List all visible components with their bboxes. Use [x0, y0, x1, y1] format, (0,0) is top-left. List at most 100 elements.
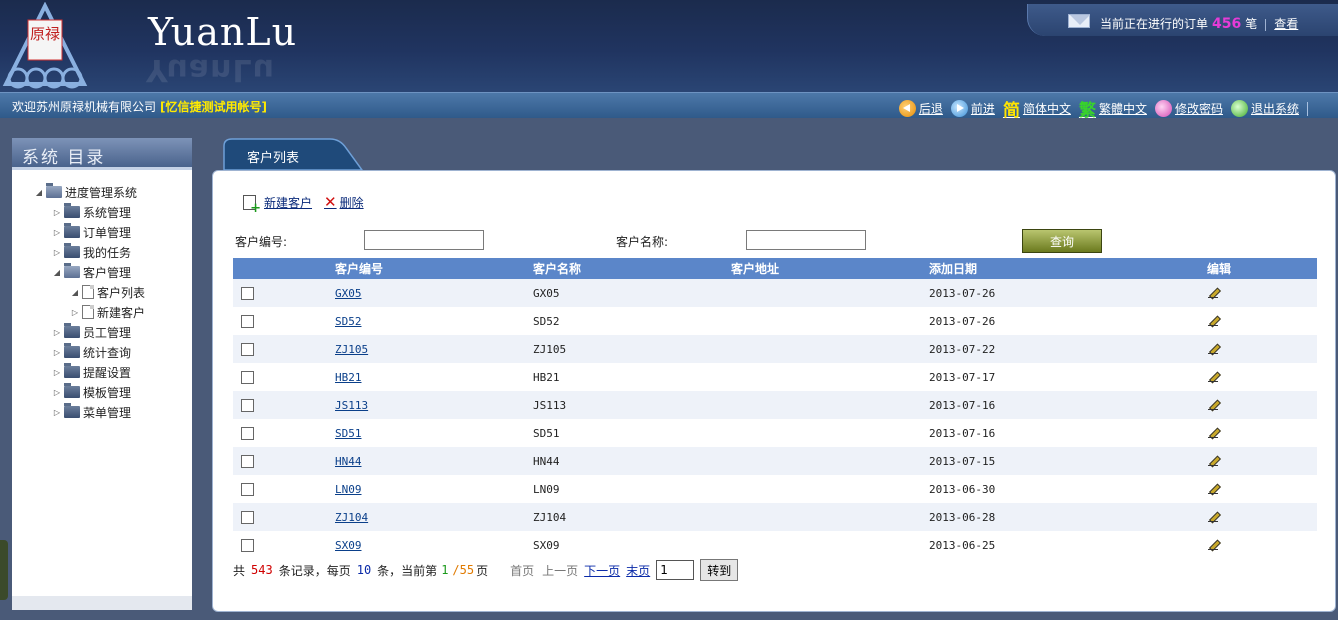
tree-collapsed-icon[interactable]: ▷ — [50, 208, 64, 217]
edit-pencil-icon[interactable] — [1207, 538, 1219, 550]
delete-button[interactable]: ✕ 删除 — [324, 193, 364, 211]
customer-code-link[interactable]: SD52 — [335, 315, 362, 328]
tree-node-staff[interactable]: ▷ 员工管理 — [32, 322, 192, 342]
tree-node-stats[interactable]: ▷ 统计查询 — [32, 342, 192, 362]
tree-collapsed-icon[interactable]: ▷ — [50, 408, 64, 417]
tree-expanded-icon[interactable]: ◢ — [68, 288, 82, 297]
added-date: 2013-06-25 — [929, 531, 1207, 559]
added-date: 2013-07-15 — [929, 447, 1207, 475]
app-header: 原禄 YuanLu YuanLu 当前正在进行的订单 456 笔 查看 — [0, 0, 1338, 92]
folder-icon — [64, 243, 80, 258]
row-checkbox[interactable] — [241, 510, 254, 524]
current-page: 1 — [441, 563, 449, 577]
pager-text: 条记录，每页 — [278, 563, 351, 578]
goto-page-input[interactable] — [656, 560, 695, 580]
row-checkbox[interactable] — [241, 314, 254, 328]
tree-node-root[interactable]: ◢ 进度管理系统 — [32, 182, 192, 202]
side-handle[interactable] — [0, 540, 8, 600]
simplified-chinese-button[interactable]: 简简体中文 — [1003, 96, 1071, 121]
tree-node-customer-list[interactable]: ◢ 客户列表 — [32, 282, 192, 302]
table-row: SX09 SX09 2013-06-25 — [233, 531, 1317, 559]
traditional-chinese-button[interactable]: 繁繁體中文 — [1079, 96, 1147, 121]
customer-code-link[interactable]: HN44 — [335, 455, 362, 468]
order-notice-prefix: 当前正在进行的订单 — [1100, 17, 1209, 31]
tab-label: 客户列表 — [247, 151, 300, 166]
folder-icon — [64, 343, 80, 358]
tree-collapsed-icon[interactable]: ▷ — [50, 348, 64, 357]
tree-node-customers[interactable]: ◢ 客户管理 — [32, 262, 192, 282]
row-checkbox[interactable] — [241, 538, 254, 552]
edit-pencil-icon[interactable] — [1207, 454, 1219, 466]
customer-code-link[interactable]: JS113 — [335, 399, 368, 412]
customer-code-link[interactable]: ZJ105 — [335, 343, 368, 356]
customer-code-link[interactable]: ZJ104 — [335, 511, 368, 524]
new-customer-label: 新建客户 — [264, 195, 313, 210]
first-page-link[interactable]: 首页 — [510, 562, 534, 579]
tree-collapsed-icon[interactable]: ▷ — [68, 308, 82, 317]
tree-node-system[interactable]: ▷ 系统管理 — [32, 202, 192, 222]
tree-node-new-customer[interactable]: ▷ 新建客户 — [32, 302, 192, 322]
customer-code-link[interactable]: HB21 — [335, 371, 362, 384]
row-checkbox[interactable] — [241, 370, 254, 384]
select-column-header — [233, 258, 335, 279]
customer-code-link[interactable]: LN09 — [335, 483, 362, 496]
prev-page-link[interactable]: 上一页 — [542, 562, 578, 579]
table-row: GX05 GX05 2013-07-26 — [233, 279, 1317, 307]
folder-icon — [64, 403, 80, 418]
table-row: HN44 HN44 2013-07-15 — [233, 447, 1317, 475]
row-checkbox[interactable] — [241, 286, 254, 300]
view-orders-link[interactable]: 查看 — [1274, 17, 1298, 31]
tree-collapsed-icon[interactable]: ▷ — [50, 228, 64, 237]
welcome-message: 欢迎苏州原禄机械有限公司 [忆信捷测试用帐号] — [12, 98, 267, 115]
forward-button[interactable]: 前进 — [950, 100, 995, 117]
change-password-button[interactable]: 修改密码 — [1154, 100, 1223, 117]
edit-pencil-icon[interactable] — [1207, 482, 1219, 494]
edit-pencil-icon[interactable] — [1207, 286, 1219, 298]
tree-collapsed-icon[interactable]: ▷ — [50, 368, 64, 377]
customer-code-link[interactable]: GX05 — [335, 287, 362, 300]
tree-node-reminders[interactable]: ▷ 提醒设置 — [32, 362, 192, 382]
added-date: 2013-07-16 — [929, 419, 1207, 447]
row-checkbox[interactable] — [241, 482, 254, 496]
customer-code-link[interactable]: SD51 — [335, 427, 362, 440]
last-page-link[interactable]: 末页 — [626, 562, 650, 579]
customer-address — [731, 307, 929, 335]
logout-button[interactable]: 退出系统 — [1230, 100, 1299, 117]
row-checkbox[interactable] — [241, 398, 254, 412]
row-checkbox[interactable] — [241, 454, 254, 468]
query-button[interactable]: 查询 — [1022, 229, 1102, 253]
tree-label: 进度管理系统 — [65, 185, 138, 200]
tree-node-menus[interactable]: ▷ 菜单管理 — [32, 402, 192, 422]
customer-name-input[interactable] — [746, 230, 866, 250]
row-checkbox[interactable] — [241, 342, 254, 356]
tree-node-tasks[interactable]: ▷ 我的任务 — [32, 242, 192, 262]
tree-label: 订单管理 — [83, 225, 132, 240]
edit-pencil-icon[interactable] — [1207, 314, 1219, 326]
tree-collapsed-icon[interactable]: ▷ — [50, 248, 64, 257]
tree-collapsed-icon[interactable]: ▷ — [50, 388, 64, 397]
goto-page-button[interactable]: 转到 — [700, 559, 739, 581]
next-page-link[interactable]: 下一页 — [584, 562, 620, 579]
sidebar-scrollbar[interactable] — [12, 596, 192, 610]
edit-pencil-icon[interactable] — [1207, 398, 1219, 410]
tree-expanded-icon[interactable]: ◢ — [32, 188, 46, 197]
new-customer-button[interactable]: 新建客户 — [243, 194, 313, 216]
edit-pencil-icon[interactable] — [1207, 342, 1219, 354]
customer-address — [731, 335, 929, 363]
edit-pencil-icon[interactable] — [1207, 426, 1219, 438]
row-checkbox[interactable] — [241, 426, 254, 440]
edit-pencil-icon[interactable] — [1207, 370, 1219, 382]
customer-code-link[interactable]: SX09 — [335, 539, 362, 552]
back-button[interactable]: 后退 — [898, 100, 943, 117]
tree-label: 提醒设置 — [83, 365, 132, 380]
edit-pencil-icon[interactable] — [1207, 510, 1219, 522]
tree-node-templates[interactable]: ▷ 模板管理 — [32, 382, 192, 402]
customer-address — [731, 363, 929, 391]
logout-icon — [1230, 100, 1248, 117]
logout-label: 退出系统 — [1250, 102, 1299, 116]
tree-node-orders[interactable]: ▷ 订单管理 — [32, 222, 192, 242]
tree-collapsed-icon[interactable]: ▷ — [50, 328, 64, 337]
customer-code-input[interactable] — [364, 230, 484, 250]
tree-expanded-icon[interactable]: ◢ — [50, 268, 64, 277]
tab-customer-list[interactable]: 客户列表 — [222, 138, 372, 170]
